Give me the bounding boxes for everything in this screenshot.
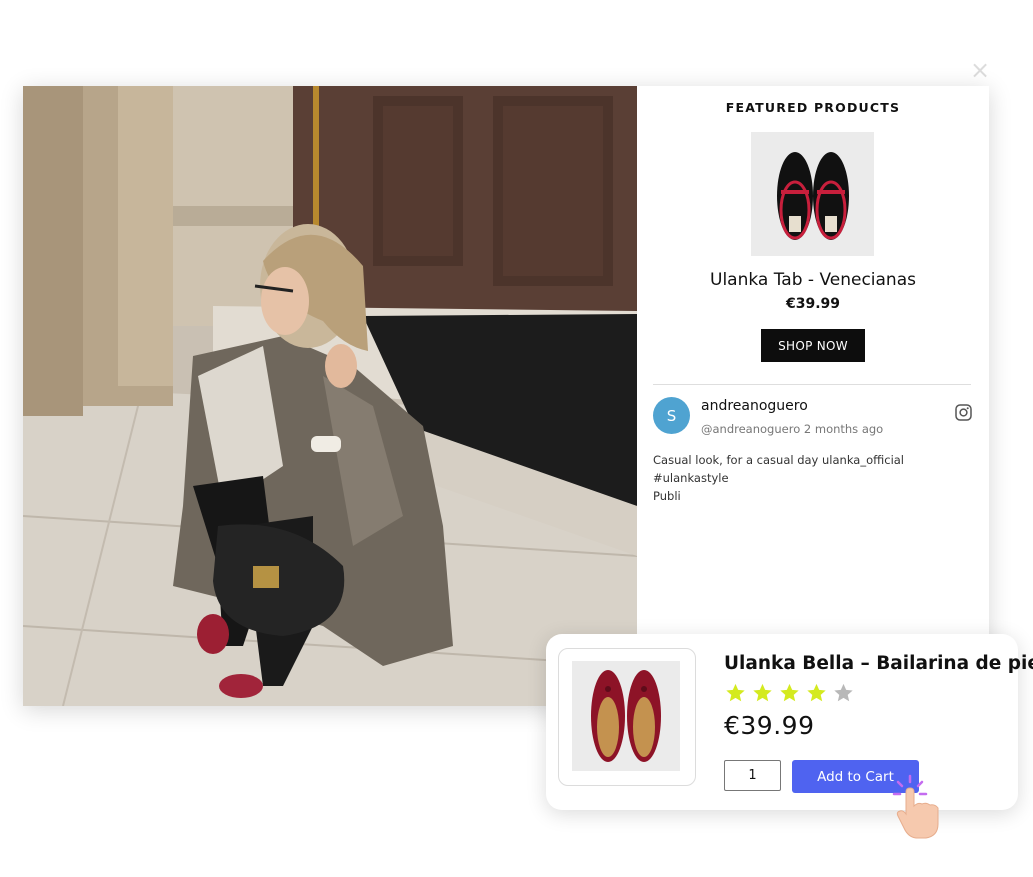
quantity-input[interactable] [724, 760, 781, 791]
featured-products-heading: FEATURED PRODUCTS [725, 100, 901, 115]
instagram-icon[interactable] [955, 404, 972, 421]
star-filled-icon [807, 683, 826, 702]
star-filled-icon [780, 683, 799, 702]
featured-product-image[interactable] [751, 132, 874, 256]
shop-now-button[interactable]: SHOP NOW [761, 329, 865, 362]
divider [653, 384, 971, 385]
star-filled-icon [753, 683, 772, 702]
post-photo [23, 86, 637, 706]
cart-product-name[interactable]: Ulanka Bella – Bailarina de piel [724, 653, 1033, 674]
star-filled-icon [726, 683, 745, 702]
cart-product-price: €39.99 [724, 711, 815, 740]
avatar: S [653, 397, 690, 434]
product-panel: FEATURED PRODUCTS Ulanka Tab - Veneciana… [637, 86, 989, 706]
cart-product-image-frame[interactable] [558, 648, 696, 786]
featured-product-price: €39.99 [785, 296, 841, 312]
cart-product-image [572, 661, 680, 771]
pointer-hand-icon [890, 774, 946, 840]
caption-line: Publi [653, 489, 681, 503]
add-to-cart-card: Ulanka Bella – Bailarina de piel €39.99 … [546, 634, 1033, 810]
ugc-modal: FEATURED PRODUCTS Ulanka Tab - Veneciana… [23, 86, 989, 706]
close-icon[interactable]: × [968, 58, 992, 82]
post-caption: Casual look, for a casual day ulanka_off… [653, 451, 973, 505]
featured-product-name[interactable]: Ulanka Tab - Venecianas [637, 270, 989, 290]
post-username[interactable]: andreanoguero [701, 398, 808, 414]
rating-stars [724, 682, 855, 704]
post-handle-and-date: @andreanoguero 2 months ago [701, 422, 884, 436]
caption-line: Casual look, for a casual day ulanka_off… [653, 453, 905, 485]
star-empty-icon [834, 683, 853, 702]
